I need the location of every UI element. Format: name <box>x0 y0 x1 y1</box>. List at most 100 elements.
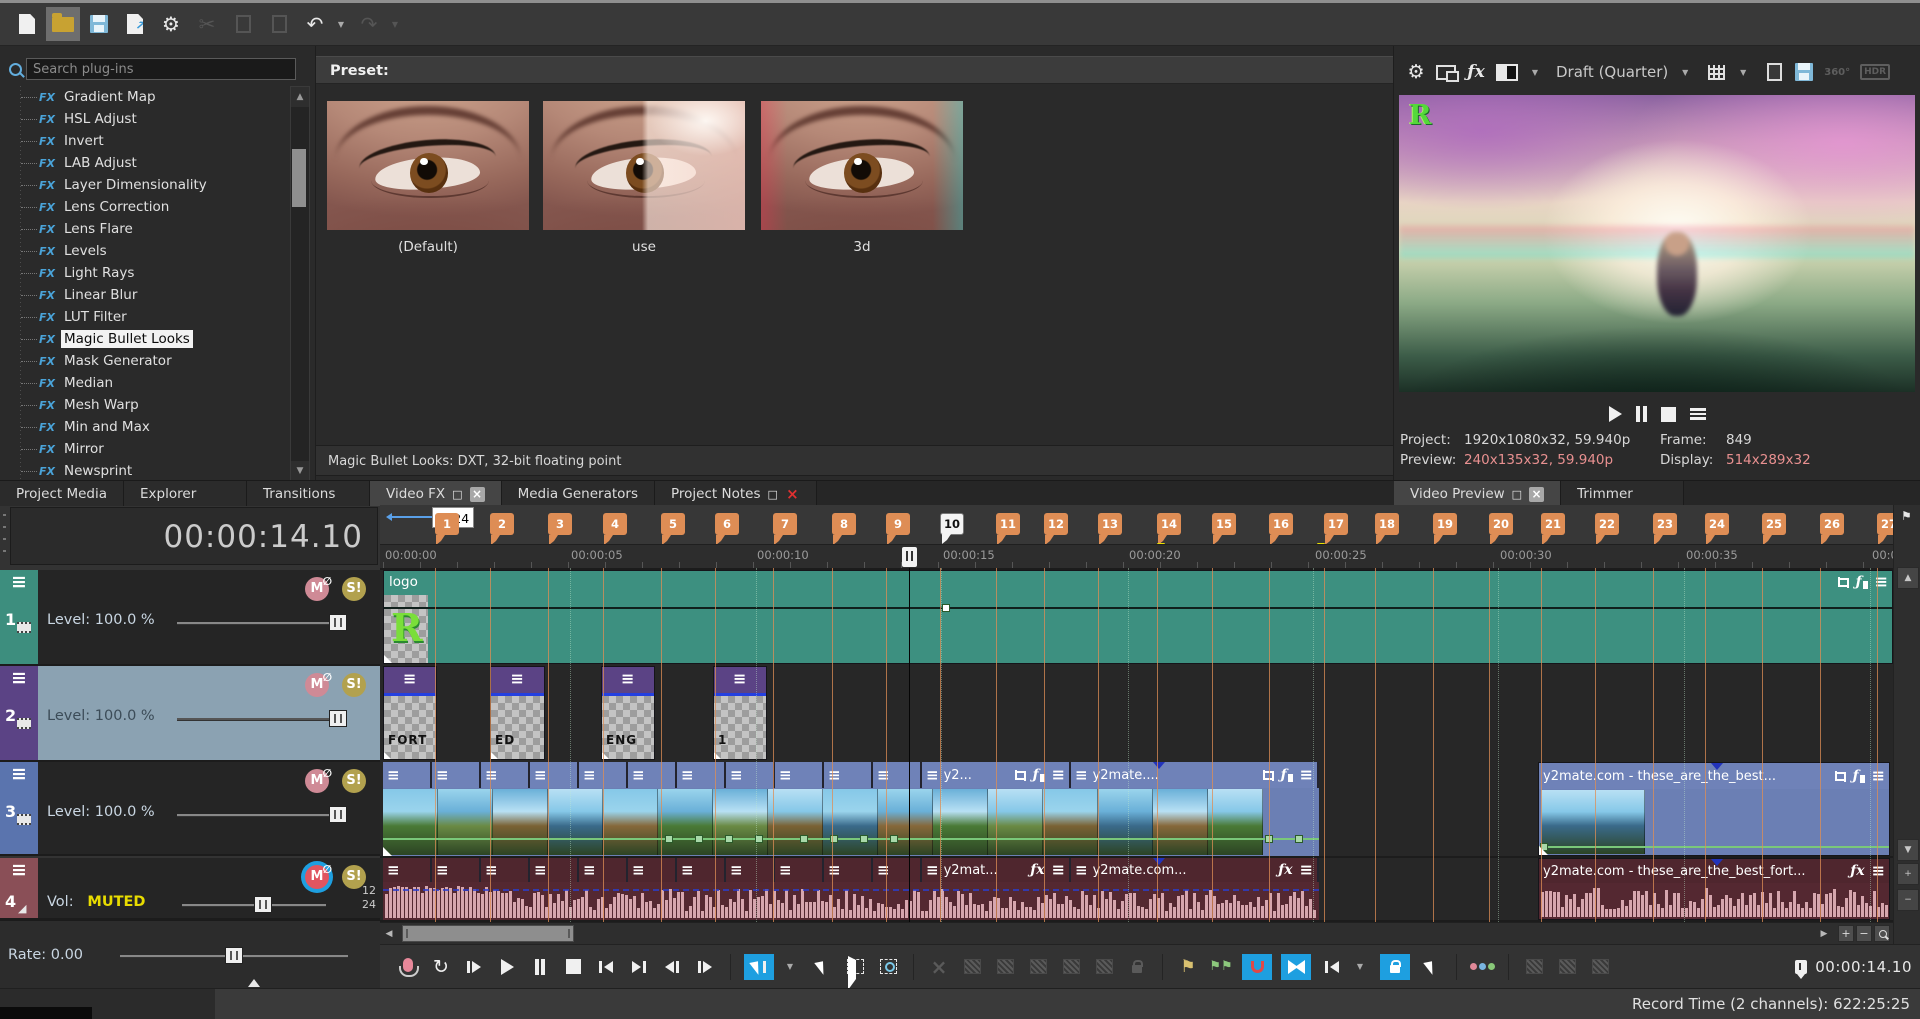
clip-header-segment[interactable]: ≡ <box>726 858 775 882</box>
timeline-marker-7[interactable]: 7 <box>773 513 797 535</box>
scroll-down-icon[interactable]: ▼ <box>291 461 309 481</box>
level-slider[interactable] <box>177 718 347 721</box>
tab-video-preview[interactable]: Video Preview□× <box>1394 481 1561 507</box>
edit-tool-dropdown[interactable]: ▼ <box>783 950 797 984</box>
open-project-button[interactable] <box>46 7 80 41</box>
envelope-node[interactable] <box>860 835 868 843</box>
auto-ripple-button[interactable] <box>1320 954 1344 980</box>
timeline-marker-19[interactable]: 19 <box>1433 513 1457 535</box>
clip-header-segment[interactable]: ≡ <box>677 858 726 882</box>
timeline-marker-13[interactable]: 13 <box>1098 513 1122 535</box>
plugin-item-layer-dimensionality[interactable]: FXLayer Dimensionality <box>0 174 292 196</box>
timeline-marker-23[interactable]: 23 <box>1653 513 1677 535</box>
tab-project-media[interactable]: Project Media <box>0 481 124 507</box>
event-menu-icon[interactable]: ≡ <box>485 861 498 879</box>
pause-button[interactable] <box>528 954 552 980</box>
timeline-marker-5[interactable]: 5 <box>661 513 685 535</box>
event-title-eng[interactable]: ≡ENG <box>601 666 655 760</box>
clip-header-segment[interactable]: ≡ <box>530 762 579 788</box>
close-tab-icon[interactable]: × <box>1529 487 1544 502</box>
clip-header-segment[interactable]: ≡ <box>775 762 824 788</box>
event-menu-icon[interactable]: ≡ <box>632 766 645 784</box>
track-header-1[interactable]: ≡ 1 MS! Level: 100.0 % <box>0 570 380 666</box>
plugin-item-lut-filter[interactable]: FXLUT Filter <box>0 306 292 328</box>
preview-settings-button[interactable]: ⚙ <box>1406 60 1426 84</box>
tab-explorer[interactable]: Explorer <box>124 481 247 507</box>
close-tab-icon[interactable]: × <box>470 487 485 502</box>
clip-header-segment[interactable]: ≡ <box>677 762 726 788</box>
timeline-marker-3[interactable]: 3 <box>548 513 572 535</box>
event-y2mate-com-these-are-the-best-fort[interactable]: y2mate.com - these_are_the_best_fort...ƒ… <box>1538 858 1890 920</box>
save-project-button[interactable] <box>82 7 116 41</box>
plugin-item-magic-bullet-looks[interactable]: FXMagic Bullet Looks <box>0 328 292 350</box>
preview-pause-button[interactable] <box>1636 406 1647 422</box>
play-button[interactable] <box>495 954 519 980</box>
event-fx-icon[interactable]: ƒx <box>1850 863 1864 879</box>
marker-tool-icon[interactable]: ⚑ <box>1901 509 1912 523</box>
zoom-tool-button[interactable] <box>1874 925 1890 942</box>
rate-center-marker[interactable] <box>248 973 260 987</box>
timeline-marker-16[interactable]: 16 <box>1269 513 1293 535</box>
track-menu-icon[interactable]: ≡ <box>0 668 38 688</box>
timeline-h-scrollbar[interactable]: ◀ ▶ + − <box>380 922 1893 945</box>
event-menu-icon[interactable]: ≡ <box>436 766 449 784</box>
undo-button[interactable]: ↶ <box>298 7 332 41</box>
track-header-4[interactable]: ≡ 4 ◢ MS! Vol: MUTED 12 24 <box>0 858 380 920</box>
event-menu-icon[interactable]: ≡ <box>583 766 596 784</box>
video-preview-display[interactable]: R <box>1399 95 1915 392</box>
envelope-node[interactable] <box>665 835 673 843</box>
track-grouping-button[interactable] <box>1470 954 1495 980</box>
clip-header-segment[interactable]: ≡ <box>775 858 824 882</box>
redo-dropdown[interactable]: ▼ <box>388 7 402 41</box>
float-window-icon[interactable]: □ <box>768 488 778 501</box>
tab-media-generators[interactable]: Media Generators <box>502 481 655 507</box>
plugin-item-mirror[interactable]: FXMirror <box>0 438 292 460</box>
timeline-marker-27[interactable]: 27 <box>1877 513 1893 535</box>
timeline-marker-14[interactable]: 14 <box>1157 513 1181 535</box>
insert-track-button[interactable] <box>1588 954 1612 980</box>
mute-button-active[interactable]: M <box>305 865 329 889</box>
playhead-cursor[interactable] <box>902 547 917 567</box>
overlays-dropdown[interactable]: ▼ <box>1736 55 1750 89</box>
slider-handle[interactable] <box>329 710 347 727</box>
new-project-button[interactable] <box>10 7 44 41</box>
event-menu-icon[interactable]: ≡ <box>730 861 743 879</box>
plugin-item-lens-correction[interactable]: FXLens Correction <box>0 196 292 218</box>
lock-envelopes-button-active[interactable] <box>1380 954 1410 980</box>
event-menu-icon[interactable]: ≡ <box>387 861 400 879</box>
plugin-item-gradient-map[interactable]: FXGradient Map <box>0 86 292 108</box>
solo-button[interactable]: S! <box>342 577 366 601</box>
preview-quality-select[interactable]: Draft (Quarter) <box>1556 63 1668 81</box>
plugin-item-newsprint[interactable]: FXNewsprint <box>0 460 292 480</box>
event-menu-icon[interactable]: ≡ <box>779 766 792 784</box>
time-ruler[interactable]: 00:00:0000:00:0500:00:1000:00:1500:00:20… <box>380 544 1893 569</box>
timeline-marker-24[interactable]: 24 <box>1705 513 1729 535</box>
scrollbar-thumb[interactable] <box>292 149 306 207</box>
event-menu-icon[interactable]: ≡ <box>926 766 939 784</box>
cut-button[interactable]: ✂ <box>190 7 224 41</box>
transport-timecode[interactable]: 00:00:14.10 <box>1815 958 1912 976</box>
event-logo[interactable]: logoRƒ≡ <box>383 570 1893 664</box>
trim-end-button[interactable] <box>993 954 1017 980</box>
plugin-item-invert[interactable]: FXInvert <box>0 130 292 152</box>
auto-ripple-dropdown[interactable]: ▼ <box>1353 950 1367 984</box>
go-to-end-button[interactable] <box>627 954 651 980</box>
solo-button[interactable]: S! <box>342 769 366 793</box>
float-window-icon[interactable]: □ <box>1512 488 1522 501</box>
tab-transitions[interactable]: Transitions <box>247 481 370 507</box>
preview-360-button[interactable]: 360° <box>1824 60 1850 84</box>
clip-header-segment[interactable]: ≡ <box>873 858 922 882</box>
tab-project-notes[interactable]: Project Notes□× <box>655 481 817 507</box>
event-menu-icon[interactable]: ≡ <box>632 861 645 879</box>
event-fx-icon[interactable]: ƒx <box>1278 862 1292 878</box>
solo-button[interactable]: S! <box>342 673 366 697</box>
event-menu-icon[interactable]: ≡ <box>1300 862 1313 878</box>
event-menu-icon[interactable]: ≡ <box>436 861 449 879</box>
event-menu-icon[interactable]: ≡ <box>730 766 743 784</box>
timeline-marker-25[interactable]: 25 <box>1762 513 1786 535</box>
close-tab-icon[interactable]: × <box>785 487 800 502</box>
envelope-node[interactable] <box>1295 835 1303 843</box>
event-menu-icon[interactable]: ≡ <box>511 671 524 687</box>
timeline-marker-4[interactable]: 4 <box>603 513 627 535</box>
timeline-marker-2[interactable]: 2 <box>490 513 514 535</box>
